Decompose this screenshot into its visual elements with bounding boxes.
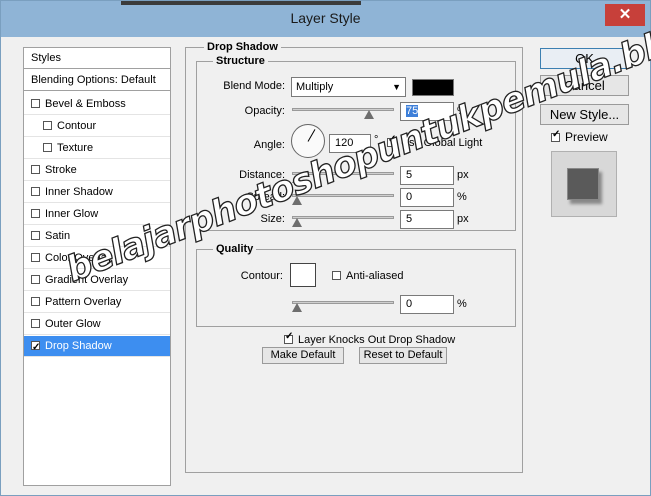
blend-mode-select[interactable]: Multiply ▼ — [291, 77, 406, 97]
preview-checkbox[interactable] — [551, 129, 560, 142]
style-item-outer-glow[interactable]: Outer Glow — [24, 314, 170, 335]
spread-unit: % — [457, 191, 467, 203]
close-button[interactable]: ✕ — [605, 4, 645, 26]
opacity-value: 75 — [406, 105, 419, 117]
style-checkbox-gradient-overlay[interactable] — [31, 275, 40, 284]
style-checkbox-stroke[interactable] — [31, 165, 40, 174]
style-item-bevel-emboss[interactable]: Bevel & Emboss — [24, 94, 170, 115]
style-checkbox-pattern-overlay[interactable] — [31, 297, 40, 306]
distance-unit: px — [457, 169, 469, 181]
opacity-label: Opacity: — [244, 105, 285, 117]
style-checkbox-contour[interactable] — [43, 121, 52, 130]
size-value: 5 — [406, 213, 413, 225]
spread-value: 0 — [406, 191, 413, 203]
opacity-slider-thumb[interactable] — [363, 110, 374, 119]
distance-value: 5 — [406, 169, 413, 181]
blend-mode-label: Blend Mode: — [223, 80, 285, 92]
style-checkbox-texture[interactable] — [43, 143, 52, 152]
style-item-label: Satin — [45, 230, 71, 242]
layer-knocks-out-label: Layer Knocks Out Drop Shadow — [298, 334, 456, 346]
style-checkbox-bevel-emboss[interactable] — [31, 99, 40, 108]
style-item-label: Bevel & Emboss — [45, 98, 126, 110]
style-checkbox-inner-shadow[interactable] — [31, 187, 40, 196]
style-checkbox-outer-glow[interactable] — [31, 319, 40, 328]
style-item-texture[interactable]: Texture — [24, 138, 170, 159]
style-item-label: Stroke — [45, 164, 77, 176]
style-checkbox-satin[interactable] — [31, 231, 40, 240]
layer-style-dialog: Layer Style ✕ Styles Blending Options: D… — [0, 0, 651, 496]
noise-input[interactable]: 0 — [400, 295, 454, 314]
preview-label: Preview — [565, 130, 608, 144]
style-item-contour[interactable]: Contour — [24, 116, 170, 137]
make-default-button[interactable]: Make Default — [262, 347, 344, 364]
noise-unit: % — [457, 298, 467, 310]
chevron-down-icon: ▼ — [392, 82, 401, 92]
anti-aliased[interactable]: Anti-aliased — [332, 270, 403, 282]
style-item-pattern-overlay[interactable]: Pattern Overlay — [24, 292, 170, 313]
noise-value: 0 — [406, 298, 413, 310]
style-item-label: Drop Shadow — [45, 340, 112, 352]
style-item-label: Texture — [57, 142, 94, 154]
size-input[interactable]: 5 — [400, 210, 454, 229]
style-item-drop-shadow[interactable]: Drop Shadow — [24, 336, 170, 358]
style-item-label: Pattern Overlay — [45, 296, 122, 308]
style-item-label: Contour — [57, 120, 97, 132]
opacity-slider[interactable] — [292, 108, 394, 111]
angle-label: Angle: — [253, 139, 285, 151]
quality-group: Quality Contour: Anti-aliased 0 % — [196, 243, 516, 327]
style-item-label: Inner Shadow — [45, 186, 113, 198]
preview-toggle[interactable]: Preview — [551, 129, 608, 144]
blending-options-item[interactable]: Blending Options: Default — [24, 70, 170, 91]
style-checkbox-inner-glow[interactable] — [31, 209, 40, 218]
new-style-button[interactable]: New Style... — [540, 104, 629, 125]
structure-title: Structure — [213, 55, 268, 67]
reset-to-default-button[interactable]: Reset to Default — [359, 347, 447, 364]
style-item-label: Outer Glow — [45, 318, 101, 330]
close-icon: ✕ — [618, 6, 632, 23]
style-checkbox-drop-shadow[interactable] — [31, 337, 40, 358]
blend-mode-value: Multiply — [296, 81, 334, 93]
size-slider-thumb[interactable] — [292, 218, 302, 227]
drop-shadow-title: Drop Shadow — [204, 41, 281, 53]
noise-slider[interactable] — [292, 301, 394, 304]
quality-title: Quality — [213, 243, 257, 255]
size-slider[interactable] — [292, 216, 394, 219]
style-item-inner-shadow[interactable]: Inner Shadow — [24, 182, 170, 203]
anti-aliased-label: Anti-aliased — [346, 270, 404, 282]
distance-input[interactable]: 5 — [400, 166, 454, 185]
spread-input[interactable]: 0 — [400, 188, 454, 207]
title-bar[interactable]: Layer Style ✕ — [1, 1, 650, 37]
style-item-label: Inner Glow — [45, 208, 99, 220]
contour-label: Contour: — [240, 270, 283, 282]
dialog-title: Layer Style — [290, 10, 361, 26]
layer-knocks-out[interactable]: Layer Knocks Out Drop Shadow — [284, 331, 456, 346]
anti-aliased-checkbox[interactable] — [332, 271, 341, 280]
size-unit: px — [457, 213, 469, 225]
style-checkbox-color-overlay[interactable] — [31, 253, 40, 262]
background-strip — [121, 1, 361, 5]
layer-knocks-out-checkbox[interactable] — [284, 331, 293, 344]
angle-needle — [307, 129, 316, 142]
styles-header[interactable]: Styles — [24, 48, 170, 69]
noise-slider-thumb[interactable] — [292, 303, 302, 312]
shadow-color-swatch[interactable] — [412, 79, 454, 96]
style-preview — [551, 151, 617, 217]
contour-picker[interactable] — [290, 263, 316, 287]
preview-square — [567, 168, 599, 200]
style-item-stroke[interactable]: Stroke — [24, 160, 170, 181]
